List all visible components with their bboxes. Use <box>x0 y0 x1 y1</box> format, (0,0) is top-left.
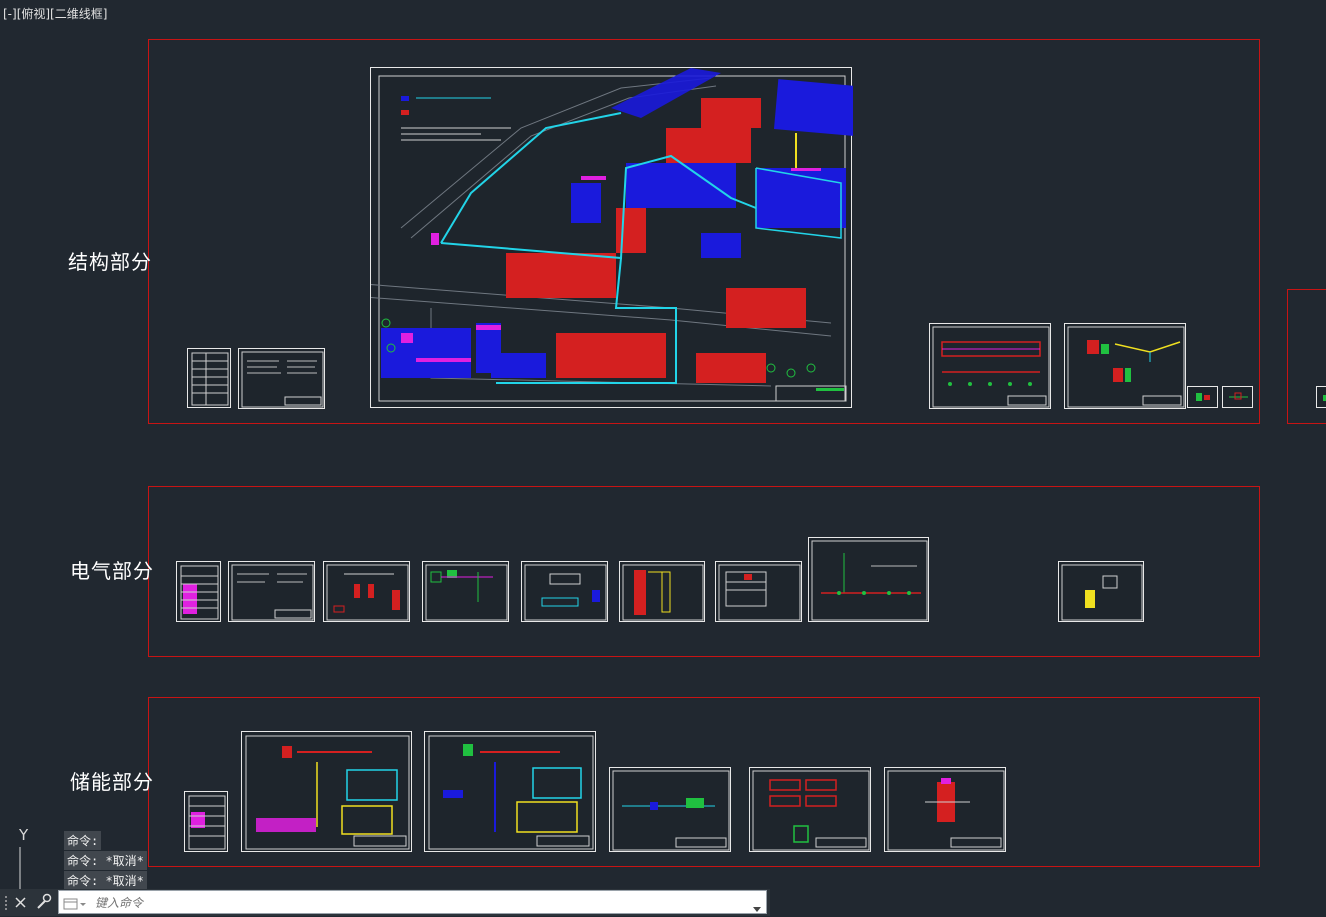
drawing-sheet-storage-index[interactable] <box>184 791 228 852</box>
command-input-box[interactable] <box>58 890 767 914</box>
drawing-sheet-storage-sld-1[interactable] <box>241 731 412 852</box>
single-line-diagram-drawing <box>326 564 409 621</box>
equipment-table-drawing <box>718 564 801 621</box>
drawing-sheet-elec-index[interactable] <box>176 561 221 622</box>
drawing-sheet-small-1[interactable] <box>1187 386 1218 408</box>
small-detail-drawing <box>1229 392 1248 400</box>
storage-layout-drawing <box>612 770 730 851</box>
small-detail-drawing <box>1196 393 1210 401</box>
command-history-line: 命令: <box>64 831 102 850</box>
drawing-sheet-storage-sld-2[interactable] <box>424 731 596 852</box>
detail-drawing <box>1067 326 1185 408</box>
drawing-sheet-elec-notes[interactable] <box>228 561 315 622</box>
group-label-storage: 储能部分 <box>70 770 154 794</box>
close-icon[interactable] <box>14 893 28 911</box>
elec-notes-drawing <box>231 564 314 621</box>
cabinet-drawing <box>622 564 704 621</box>
ucs-y-label: Y <box>19 826 29 844</box>
drawing-sheet-elec-wiring[interactable] <box>422 561 509 622</box>
history-dropdown-icon[interactable] <box>752 898 762 912</box>
drawing-sheet-elec-cabinet[interactable] <box>619 561 705 622</box>
drawing-sheet-elec-table[interactable] <box>715 561 802 622</box>
command-history-line: 命令: *取消* <box>64 871 147 890</box>
storage-containers-drawing <box>752 770 870 851</box>
drawing-sheet-small-2[interactable] <box>1222 386 1253 408</box>
command-history-line: 命令: *取消* <box>64 851 147 870</box>
drawing-sheet-detail[interactable] <box>1064 323 1186 409</box>
elec-index-drawing <box>180 565 219 620</box>
index-table-drawing <box>191 352 229 406</box>
grounding-drawing <box>811 540 928 621</box>
storage-index-drawing <box>188 795 226 850</box>
drawing-sheet-elec-detail[interactable] <box>1058 561 1144 622</box>
small-detail-drawing <box>1323 395 1326 401</box>
elevation-drawing <box>932 326 1050 408</box>
viewport-controls-label[interactable]: [-][俯视][二维线框] <box>3 5 107 22</box>
command-prompt-icon[interactable] <box>63 896 87 910</box>
group-label-structure: 结构部分 <box>68 250 152 274</box>
drawing-sheet-elec-layout[interactable] <box>521 561 608 622</box>
customize-wrench-icon[interactable] <box>34 893 52 911</box>
elec-detail-drawing <box>1061 564 1143 621</box>
wiring-drawing <box>425 564 508 621</box>
drawing-sheet-elec-sld[interactable] <box>323 561 410 622</box>
command-input[interactable] <box>93 893 737 913</box>
site-plan-drawing <box>371 68 853 402</box>
notes-drawing <box>241 351 324 408</box>
equipment-layout-drawing <box>524 564 607 621</box>
storage-sld-drawing <box>428 735 594 850</box>
drawing-sheet-elec-grounding[interactable] <box>808 537 929 622</box>
command-bar-grip-icon[interactable] <box>4 895 8 911</box>
drawing-sheet-site-plan[interactable] <box>370 67 853 408</box>
storage-detail-drawing <box>887 770 1005 851</box>
drawing-sheet-elevation[interactable] <box>929 323 1051 409</box>
group-label-electrical: 电气部分 <box>70 559 154 583</box>
ucs-icon <box>19 847 21 889</box>
drawing-sheet-notes[interactable] <box>238 348 325 409</box>
drawing-sheet-index[interactable] <box>187 348 231 408</box>
storage-sld-drawing <box>245 735 410 850</box>
drawing-sheet-partial[interactable] <box>1316 386 1326 408</box>
drawing-sheet-storage-layout[interactable] <box>609 767 731 852</box>
drawing-sheet-storage-detail[interactable] <box>884 767 1006 852</box>
drawing-sheet-storage-containers[interactable] <box>749 767 871 852</box>
